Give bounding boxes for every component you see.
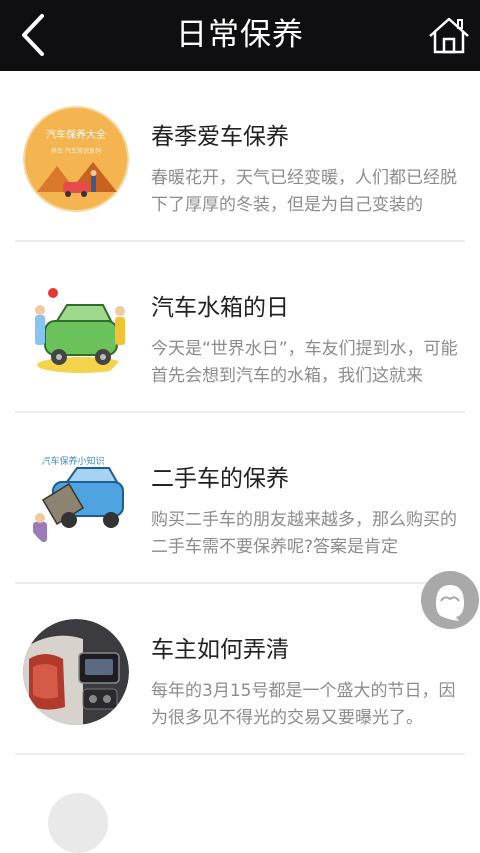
list-item[interactable]: 汽车保养大全 养车·汽车常识系列 春季爱车保养 春暖花开，天气已经变暖，人们都已…: [15, 71, 465, 242]
page-title: 日常保养: [176, 17, 304, 53]
article-list: 汽车保养大全 养车·汽车常识系列 春季爱车保养 春暖花开，天气已经变暖，人们都已…: [0, 71, 480, 755]
assistant-face-icon: [436, 585, 464, 621]
article-summary: 今天是“世界水日”，车友们提到水，可能首先会想到汽车的水箱，我们这就来: [151, 339, 458, 386]
list-item[interactable]: 汽车保养小知识 二手车的保养 购买二手车的朋友越来越多，那么购买的二手车需不要保…: [15, 413, 465, 584]
article-title: 春季爱车保养: [151, 124, 289, 150]
list-item[interactable]: 车主如何弄清 每年的3月15号都是一个盛大的节日，因为很多见不得光的交易又要曝光…: [15, 584, 465, 755]
article-summary: 每年的3月15号都是一个盛大的节日，因为很多见不得光的交易又要曝光了。: [151, 681, 456, 728]
home-icon[interactable]: [426, 14, 472, 56]
article-title: 汽车水箱的日: [151, 295, 289, 321]
floating-assistant-button[interactable]: [421, 571, 479, 629]
article-title: 车主如何弄清: [151, 637, 289, 663]
article-summary: 春暖花开，天气已经变暖，人们都已经脱下了厚厚的冬装，但是为自己变装的: [151, 168, 457, 215]
article-title: 二手车的保养: [151, 466, 289, 492]
article-thumbnail: 汽车保养小知识: [23, 448, 129, 554]
thumb-title: 汽车保养大全: [46, 128, 106, 141]
next-article-thumbnail-partial: [48, 793, 108, 853]
article-thumbnail: [23, 277, 129, 383]
article-thumbnail: 汽车保养大全 养车·汽车常识系列: [23, 106, 129, 212]
thumb-subtitle: 养车·汽车常识系列: [51, 147, 101, 155]
thumb-title: 汽车保养小知识: [41, 455, 104, 467]
article-thumbnail: [23, 619, 129, 725]
article-summary: 购买二手车的朋友越来越多，那么购买的二手车需不要保养呢?答案是肯定: [151, 510, 457, 557]
top-bar: 日常保养: [0, 0, 480, 71]
list-item[interactable]: 汽车水箱的日 今天是“世界水日”，车友们提到水，可能首先会想到汽车的水箱，我们这…: [15, 242, 465, 413]
